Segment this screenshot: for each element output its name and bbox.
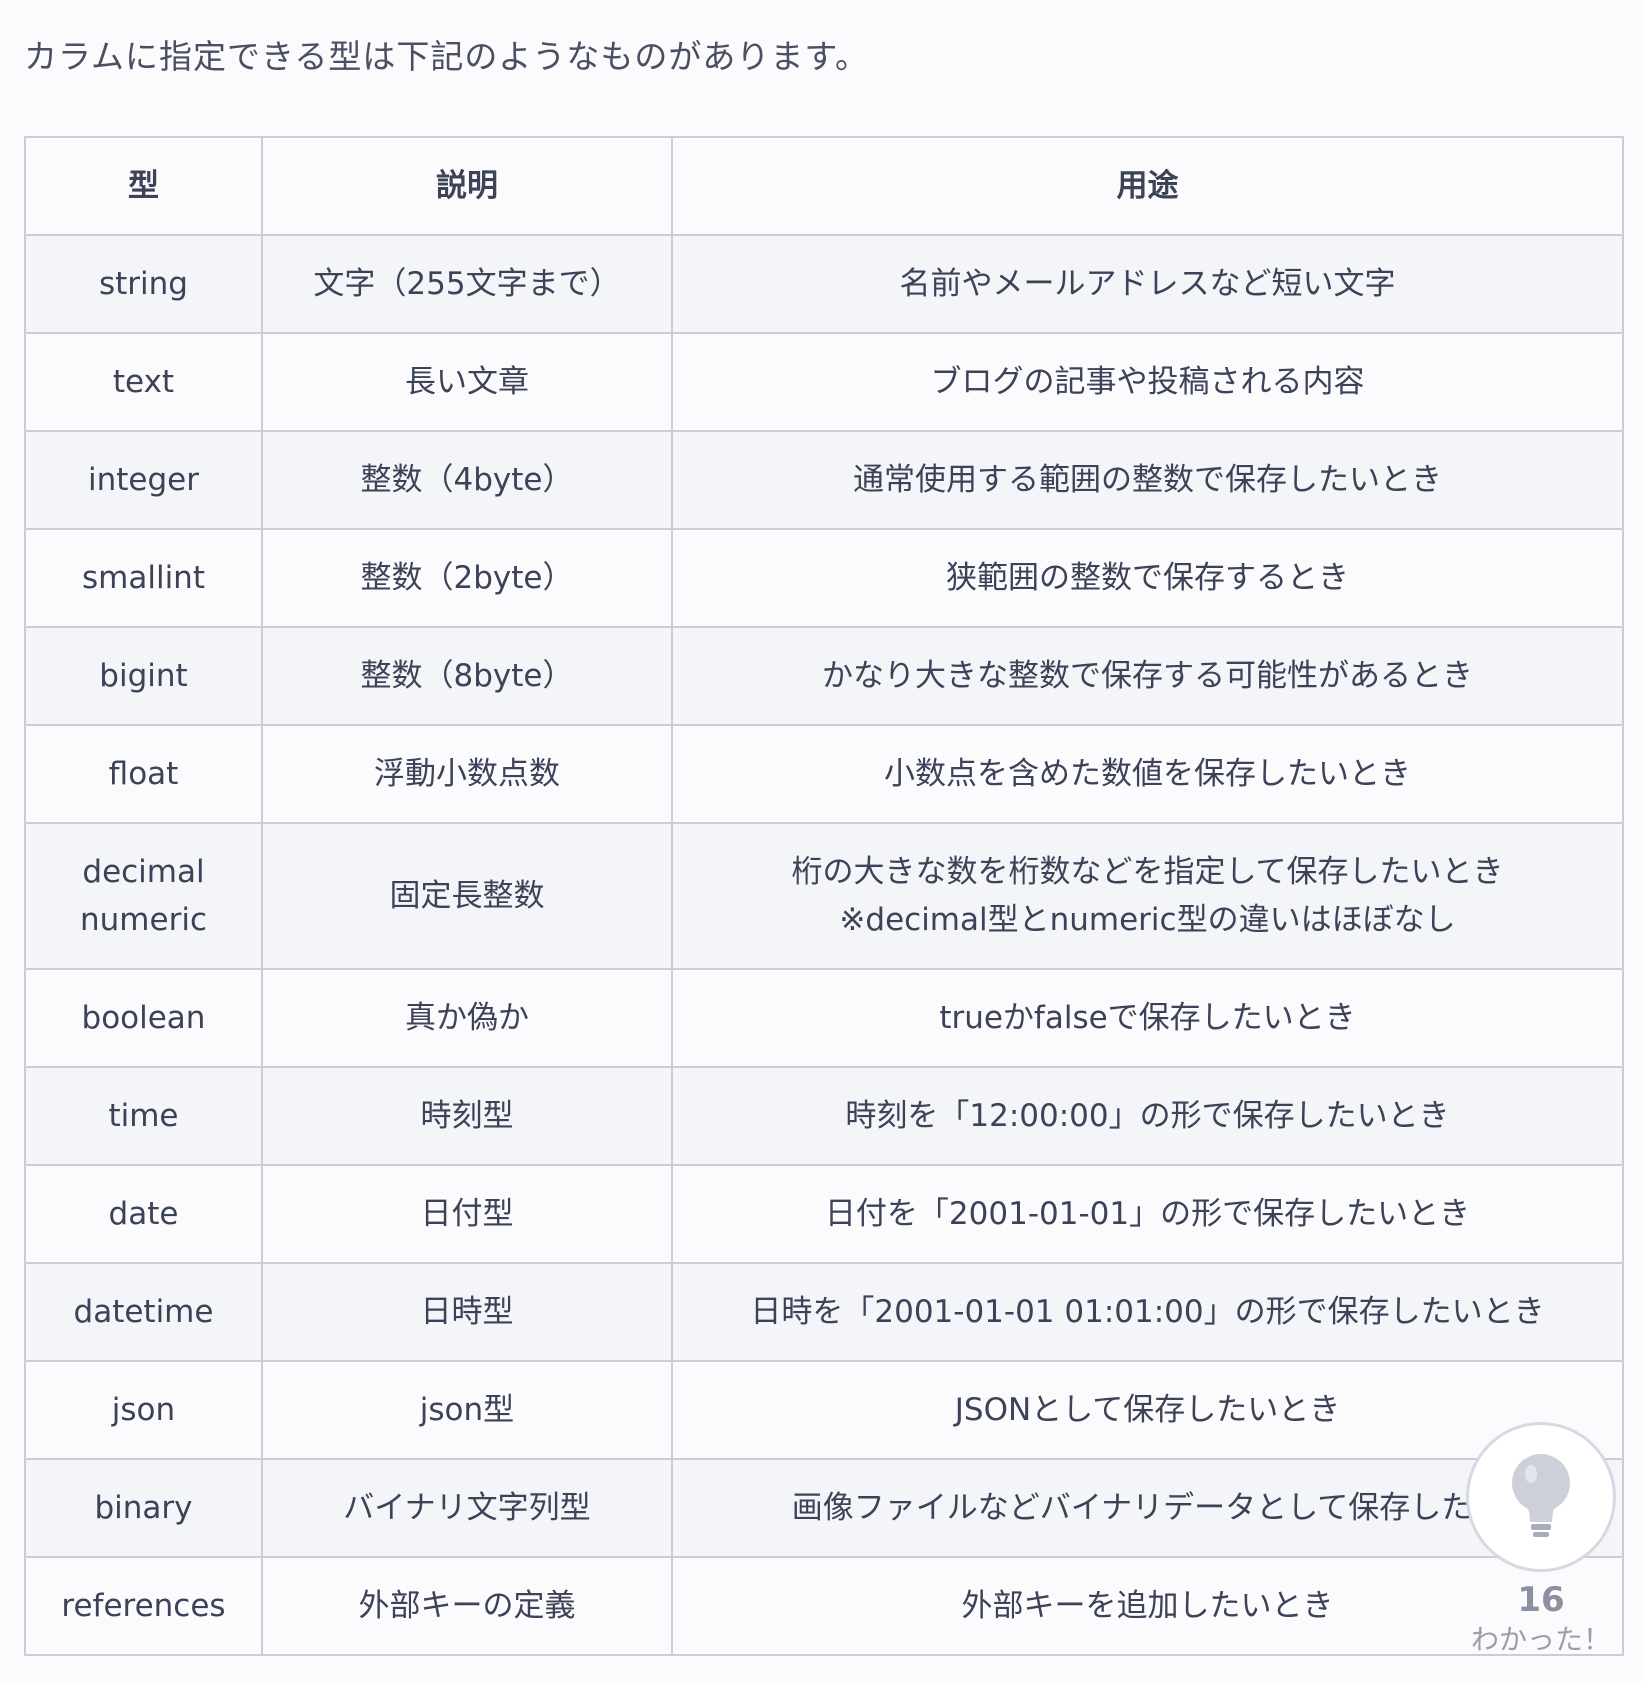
table-header-row: 型 説明 用途 bbox=[24, 136, 1624, 236]
cell-description: 時刻型 bbox=[261, 1066, 673, 1166]
cell-description: 整数（4byte） bbox=[261, 430, 673, 530]
cell-usage: 桁の大きな数を桁数などを指定して保存したいとき ※decimal型とnumeri… bbox=[671, 822, 1624, 970]
cell-usage: かなり大きな整数で保存する可能性があるとき bbox=[671, 626, 1624, 726]
cell-usage: 日時を「2001-01-01 01:01:00」の形で保存したいとき bbox=[671, 1262, 1624, 1362]
cell-description: 日時型 bbox=[261, 1262, 673, 1362]
cell-usage-line-1: 桁の大きな数を桁数などを指定して保存したいとき bbox=[791, 854, 1504, 890]
table-row: binary バイナリ文字列型 画像ファイルなどバイナリデータとして保存したい bbox=[24, 1458, 1624, 1558]
table-row: integer 整数（4byte） 通常使用する範囲の整数で保存したいとき bbox=[24, 430, 1624, 530]
like-count: 16 bbox=[1517, 1580, 1565, 1620]
table-row: text 長い文章 ブログの記事や投稿される内容 bbox=[24, 332, 1624, 432]
cell-type: smallint bbox=[24, 528, 263, 628]
cell-type: json bbox=[24, 1360, 263, 1460]
cell-usage-line-2: ※decimal型とnumeric型の違いはほぼなし bbox=[839, 902, 1456, 938]
cell-usage: 名前やメールアドレスなど短い文字 bbox=[671, 234, 1624, 334]
like-label[interactable]: わかった！ bbox=[1456, 1618, 1626, 1658]
cell-type: integer bbox=[24, 430, 263, 530]
intro-text: カラムに指定できる型は下記のようなものがあります。 bbox=[24, 37, 870, 76]
header-usage: 用途 bbox=[671, 136, 1624, 236]
table-row: float 浮動小数点数 小数点を含めた数値を保存したいとき bbox=[24, 724, 1624, 824]
cell-description: 真か偽か bbox=[261, 968, 673, 1068]
cell-description: 浮動小数点数 bbox=[261, 724, 673, 824]
like-button[interactable] bbox=[1466, 1422, 1616, 1572]
cell-type: string bbox=[24, 234, 263, 334]
table-row: json json型 JSONとして保存したいとき bbox=[24, 1360, 1624, 1460]
table-row: smallint 整数（2byte） 狭範囲の整数で保存するとき bbox=[24, 528, 1624, 628]
table-row: references 外部キーの定義 外部キーを追加したいとき bbox=[24, 1556, 1624, 1656]
cell-usage: 通常使用する範囲の整数で保存したいとき bbox=[671, 430, 1624, 530]
cell-usage: 狭範囲の整数で保存するとき bbox=[671, 528, 1624, 628]
cell-type-line-2: numeric bbox=[80, 902, 207, 938]
cell-type: boolean bbox=[24, 968, 263, 1068]
cell-type: binary bbox=[24, 1458, 263, 1558]
table-row: time 時刻型 時刻を「12:00:00」の形で保存したいとき bbox=[24, 1066, 1624, 1166]
cell-description: json型 bbox=[261, 1360, 673, 1460]
cell-description: 固定長整数 bbox=[261, 822, 673, 970]
cell-usage: ブログの記事や投稿される内容 bbox=[671, 332, 1624, 432]
cell-type: datetime bbox=[24, 1262, 263, 1362]
cell-type: float bbox=[24, 724, 263, 824]
cell-type: references bbox=[24, 1556, 263, 1656]
table-row: boolean 真か偽か trueかfalseで保存したいとき bbox=[24, 968, 1624, 1068]
cell-description: 整数（2byte） bbox=[261, 528, 673, 628]
table-row: datetime 日時型 日時を「2001-01-01 01:01:00」の形で… bbox=[24, 1262, 1624, 1362]
cell-usage: trueかfalseで保存したいとき bbox=[671, 968, 1624, 1068]
cell-type: decimal numeric bbox=[24, 822, 263, 970]
header-description: 説明 bbox=[261, 136, 673, 236]
cell-description: 整数（8byte） bbox=[261, 626, 673, 726]
cell-usage: 日付を「2001-01-01」の形で保存したいとき bbox=[671, 1164, 1624, 1264]
cell-usage: 小数点を含めた数値を保存したいとき bbox=[671, 724, 1624, 824]
cell-description: 日付型 bbox=[261, 1164, 673, 1264]
table-row: date 日付型 日付を「2001-01-01」の形で保存したいとき bbox=[24, 1164, 1624, 1264]
table-row: decimal numeric 固定長整数 桁の大きな数を桁数などを指定して保存… bbox=[24, 822, 1624, 970]
table-row: string 文字（255文字まで） 名前やメールアドレスなど短い文字 bbox=[24, 234, 1624, 334]
cell-type: time bbox=[24, 1066, 263, 1166]
cell-description: 長い文章 bbox=[261, 332, 673, 432]
cell-usage: 時刻を「12:00:00」の形で保存したいとき bbox=[671, 1066, 1624, 1166]
column-types-table: 型 説明 用途 string 文字（255文字まで） 名前やメールアドレスなど短… bbox=[24, 136, 1624, 1656]
cell-description: 外部キーの定義 bbox=[261, 1556, 673, 1656]
header-type: 型 bbox=[24, 136, 263, 236]
cell-type: date bbox=[24, 1164, 263, 1264]
cell-type: bigint bbox=[24, 626, 263, 726]
table-row: bigint 整数（8byte） かなり大きな整数で保存する可能性があるとき bbox=[24, 626, 1624, 726]
cell-description: バイナリ文字列型 bbox=[261, 1458, 673, 1558]
lightbulb-icon bbox=[1512, 1454, 1570, 1537]
cell-description: 文字（255文字まで） bbox=[261, 234, 673, 334]
cell-type: text bbox=[24, 332, 263, 432]
like-widget: 16 わかった！ bbox=[1466, 1422, 1626, 1682]
cell-type-line-1: decimal bbox=[82, 854, 205, 890]
